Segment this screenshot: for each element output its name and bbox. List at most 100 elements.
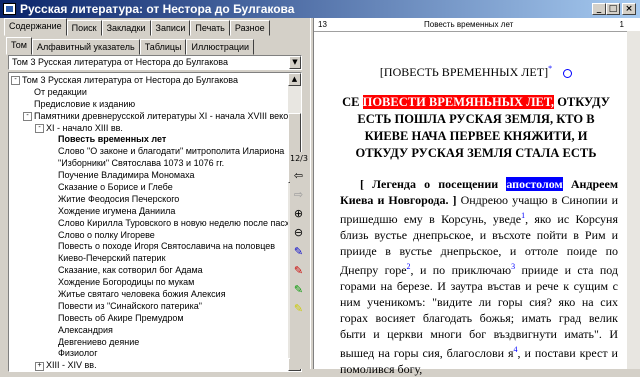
- tree-item[interactable]: Повесть об Акире Премудром: [11, 313, 289, 325]
- tree-item-label: Сказание, как сотворил бог Адама: [58, 265, 203, 276]
- tool-column: 12/3 ⇦ ⇨ ⊕ ⊖ ✎ ✎ ✎ ✎: [290, 152, 309, 369]
- tree-item-label: Слово Кирилла Туровского в новую неделю …: [58, 217, 295, 228]
- tree-item[interactable]: Предисловие к изданию: [11, 99, 289, 111]
- tab-notes[interactable]: Записи: [150, 20, 191, 36]
- titlebar: Русская литература: от Нестора до Булгак…: [0, 0, 640, 18]
- zoom-in-icon[interactable]: ⊕: [290, 204, 307, 223]
- document-pane: 13 Повесть временных лет 1 [ПОВЕСТЬ ВРЕМ…: [314, 18, 640, 376]
- tree-item-label: Повести из "Синайского патерика": [58, 300, 202, 311]
- tab-tables[interactable]: Таблицы: [139, 39, 187, 55]
- tree-item-label: Александрия: [58, 324, 113, 335]
- tree-item-label: Повесть о походе Игоря Святославича на п…: [58, 241, 276, 252]
- page-number: 13: [318, 20, 327, 29]
- tree-item-label: XI - начало XIII вв.: [46, 122, 123, 133]
- collapse-icon[interactable]: -: [35, 123, 44, 133]
- zoom-out-icon[interactable]: ⊖: [290, 223, 307, 242]
- highlight-red[interactable]: ПОВЕСТИ ВРЕМЯНЬНЫХ ЛЕТ,: [362, 95, 555, 109]
- tree-item[interactable]: Повесть о походе Игоря Святославича на п…: [11, 241, 289, 253]
- tree-item[interactable]: Повести из "Синайского патерика": [11, 301, 289, 313]
- tree-item-label: Поучение Владимира Мономаха: [58, 170, 195, 181]
- doc-title: СЕ ПОВЕСТИ ВРЕМЯНЬНЫХ ЛЕТ, ОТКУДУ ЕСТЬ П…: [316, 94, 636, 162]
- tree-list: - Том 3 Русская литература от Нестора до …: [11, 75, 294, 371]
- page-header: 13 Повесть временных лет 1: [314, 18, 640, 32]
- tab-illustrations[interactable]: Иллюстрации: [186, 39, 255, 55]
- tree-item-label: Слово "О законе и благодати" митрополита…: [58, 146, 285, 157]
- tree-item[interactable]: Житье святаго человека божия Алексия: [11, 289, 289, 301]
- app-icon: [3, 3, 16, 15]
- expand-icon[interactable]: +: [35, 361, 44, 371]
- tree-item[interactable]: Повесть временных лет: [11, 134, 289, 146]
- tab-misc[interactable]: Разное: [229, 20, 270, 36]
- tab-index[interactable]: Алфавитный указатель: [32, 39, 140, 55]
- tree-item[interactable]: Сказание о Борисе и Глебе: [11, 182, 289, 194]
- collapse-icon[interactable]: -: [11, 76, 20, 86]
- maximize-button[interactable]: □: [606, 3, 620, 15]
- collapse-icon[interactable]: -: [23, 111, 32, 121]
- page-counter: 12/3: [290, 154, 308, 163]
- volume-select-value: Том 3 Русская литература от Нестора до Б…: [12, 57, 228, 67]
- tree-item[interactable]: Слово "О законе и благодати" митрополита…: [11, 146, 289, 158]
- highlight-blue[interactable]: апостолом: [506, 177, 563, 191]
- tree-item[interactable]: - Том 3 Русская литература от Нестора до …: [11, 75, 289, 87]
- tree-item[interactable]: "Изборники" Святослава 1073 и 1076 гг.: [11, 158, 289, 170]
- marker-yellow-icon[interactable]: ✎: [290, 299, 307, 318]
- main-tabs: Содержание Поиск Закладки Записи Печать Разно…: [4, 18, 270, 36]
- doc-heading: [ПОВЕСТЬ ВРЕМЕННЫХ ЛЕТ]*: [316, 64, 636, 80]
- doc-title-pre: СЕ: [342, 95, 363, 109]
- tree-item[interactable]: От редакции: [11, 87, 289, 99]
- scroll-up-icon[interactable]: ▲: [288, 73, 301, 86]
- tree-item[interactable]: Сказание, как сотворил бог Адама: [11, 265, 289, 277]
- tab-contents[interactable]: Содержание: [4, 18, 67, 36]
- tree-item-label: Хождение Богородицы по мукам: [58, 277, 195, 288]
- close-button[interactable]: ×: [622, 3, 636, 15]
- tree-item-label: Памятники древнерусской литературы XI - …: [34, 110, 293, 121]
- tree-item[interactable]: Житие Феодосия Печерского: [11, 194, 289, 206]
- tree-item-label: "Изборники" Святослава 1073 и 1076 гг.: [58, 158, 225, 169]
- page-header-title: Повесть временных лет: [424, 20, 514, 29]
- arrow-left-icon[interactable]: ⇦: [290, 166, 307, 185]
- tree-item[interactable]: Киево-Печерский патерик: [11, 253, 289, 265]
- document-scrollbar[interactable]: [627, 31, 640, 369]
- tree-item-label: Хождение игумена Даниила: [58, 205, 176, 216]
- tree-item[interactable]: Хождение Богородицы по мукам: [11, 277, 289, 289]
- tree-item-label: От редакции: [34, 86, 87, 97]
- chevron-down-icon[interactable]: ▼: [289, 56, 301, 69]
- tree-item-label: Слово о полку Игореве: [58, 229, 155, 240]
- doc-heading-text: [ПОВЕСТЬ ВРЕМЕННЫХ ЛЕТ]: [379, 65, 549, 79]
- tree-item-label: Сказание о Борисе и Глебе: [58, 182, 173, 193]
- arrow-right-icon[interactable]: ⇨: [290, 185, 307, 204]
- minimize-button[interactable]: _: [592, 3, 606, 15]
- tree-item-label: Предисловие к изданию: [34, 98, 136, 109]
- volume-select[interactable]: Том 3 Русская литература от Нестора до Б…: [8, 55, 302, 70]
- tab-search[interactable]: Поиск: [66, 20, 102, 36]
- doc-heading-mark[interactable]: *: [548, 64, 552, 73]
- tree-item[interactable]: - Памятники древнерусской литературы XI -…: [11, 111, 293, 123]
- page-header-right: 1: [619, 20, 624, 29]
- tree-item[interactable]: + XIII - XIV вв.: [11, 360, 289, 371]
- marker-green-icon[interactable]: ✎: [290, 280, 307, 299]
- tree-item-label: Девгениево деяние: [58, 336, 140, 347]
- para-bold-pre: [ Легенда о посещении: [360, 177, 507, 191]
- tree-item[interactable]: Александрия: [11, 325, 289, 337]
- para-text-3: , и по приключаю: [410, 263, 512, 277]
- document-text: [ПОВЕСТЬ ВРЕМЕННЫХ ЛЕТ]* СЕ ПОВЕСТИ ВРЕМ…: [316, 34, 636, 376]
- sub-tabs: Том Алфавитный указатель Таблицы Иллюстраци…: [6, 37, 255, 55]
- tree-item[interactable]: Слово о полку Игореве: [11, 230, 289, 242]
- tab-print[interactable]: Печать: [190, 20, 230, 36]
- tree-item[interactable]: Физиолог: [11, 348, 289, 360]
- tree-item-label: Том 3 Русская литература от Нестора до Б…: [22, 75, 238, 85]
- tab-bookmarks[interactable]: Закладки: [101, 20, 151, 36]
- tree-item-label: Киево-Печерский патерик: [58, 253, 166, 264]
- tree-item-label: Житие Феодосия Печерского: [58, 193, 180, 204]
- pen-icon[interactable]: ✎: [290, 242, 307, 261]
- tree-item[interactable]: Хождение игумена Даниила: [11, 206, 289, 218]
- tree-item-label: Житье святаго человека божия Алексия: [58, 289, 226, 300]
- tree-item[interactable]: - XI - начало XIII вв.: [11, 123, 289, 135]
- tree-item[interactable]: Поучение Владимира Мономаха: [11, 170, 289, 182]
- tree-item[interactable]: Слово Кирилла Туровского в новую неделю …: [11, 218, 294, 230]
- circle-marker-icon[interactable]: [563, 68, 573, 78]
- marker-red-icon[interactable]: ✎: [290, 261, 307, 280]
- tab-volume[interactable]: Том: [6, 37, 32, 55]
- tree-item[interactable]: Девгениево деяние: [11, 337, 289, 349]
- tree-item-label: Физиолог: [58, 348, 98, 359]
